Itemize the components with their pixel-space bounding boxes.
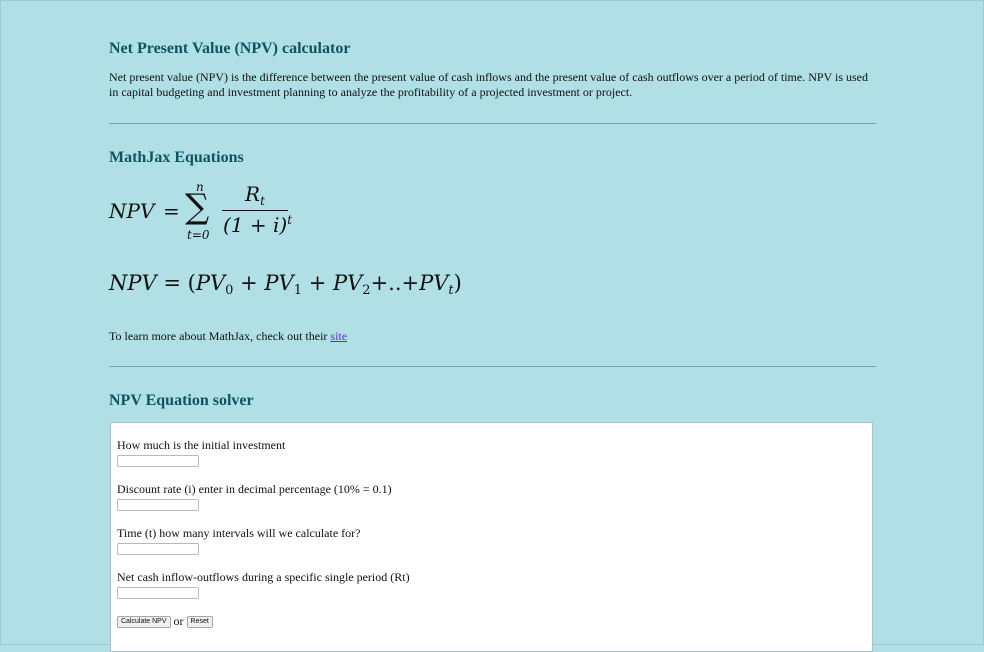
- numerator: Rt: [245, 184, 265, 207]
- net-cash-flow-input[interactable]: [117, 587, 199, 599]
- denominator: (1 + i)t: [223, 214, 292, 235]
- solver-actions: Calculate NPV or Reset: [117, 614, 213, 629]
- numerator-base: R: [245, 182, 261, 206]
- reset-button[interactable]: Reset: [186, 615, 213, 628]
- divider: [109, 366, 876, 367]
- eq2-term2: PV: [332, 271, 363, 295]
- discount-rate-input[interactable]: [117, 499, 199, 511]
- eq2-sub1: 1: [293, 283, 302, 298]
- sigma-symbol: ∑: [185, 187, 210, 227]
- eq2-term1: PV: [264, 271, 294, 295]
- eq2-term0: PV: [195, 271, 226, 295]
- eq2-sub0: 0: [225, 283, 234, 298]
- solver-heading: NPV Equation solver: [109, 392, 254, 409]
- divider: [109, 123, 876, 124]
- numerator-subscript: t: [260, 194, 265, 208]
- time-intervals-input[interactable]: [117, 543, 199, 555]
- eq1-lhs: NPV: [109, 199, 155, 223]
- intro-paragraph: Net present value (NPV) is the differenc…: [109, 70, 868, 99]
- eq2-dots: +..+: [370, 271, 420, 295]
- mathjax-heading: MathJax Equations: [109, 149, 244, 166]
- learn-more-text: To learn more about MathJax, check out t…: [109, 329, 331, 343]
- time-intervals-label: Time (t) how many intervals will we calc…: [117, 526, 361, 540]
- net-cash-flow-label: Net cash inflow-outflows during a specif…: [117, 570, 410, 584]
- eq2-plus1: +: [240, 271, 258, 295]
- eq2-plus2: +: [308, 271, 327, 295]
- eq2-lhs: NPV: [109, 271, 157, 295]
- fraction-bar: [222, 210, 288, 211]
- npv-summation-equation: NPV = n ∑ t=0 Rt (1 + i)t: [109, 181, 309, 254]
- initial-investment-label: How much is the initial investment: [117, 438, 286, 452]
- denominator-superscript: t: [287, 213, 293, 227]
- net-cash-flow-field: Net cash inflow-outflows during a specif…: [117, 570, 410, 599]
- eq2-close-paren: ): [453, 271, 462, 295]
- mathjax-learn-more: To learn more about MathJax, check out t…: [109, 329, 876, 344]
- time-intervals-field: Time (t) how many intervals will we calc…: [117, 526, 361, 555]
- page-title: Net Present Value (NPV) calculator: [109, 40, 351, 57]
- npv-sum-of-pv-equation: NPV = (PV0 + PV1 + PV2+..+PVt): [109, 271, 876, 303]
- eq2-term3: PV: [419, 271, 449, 295]
- discount-rate-label: Discount rate (i) enter in decimal perce…: [117, 482, 392, 496]
- npv-solver-form: How much is the initial investment Disco…: [110, 422, 873, 652]
- sum-lower-limit: t=0: [187, 228, 210, 242]
- main-content: Net Present Value (NPV) calculator Net p…: [109, 40, 876, 410]
- eq2-sub2: 2: [362, 283, 371, 298]
- denominator-base: (1 + i): [223, 213, 288, 237]
- initial-investment-input[interactable]: [117, 455, 199, 467]
- calculate-npv-button[interactable]: Calculate NPV: [117, 615, 171, 628]
- or-text: or: [173, 614, 184, 628]
- eq2-open-paren: (: [187, 271, 196, 295]
- eq1-equals: =: [163, 199, 180, 223]
- initial-investment-field: How much is the initial investment: [117, 438, 285, 467]
- discount-rate-field: Discount rate (i) enter in decimal perce…: [117, 482, 392, 511]
- mathjax-site-link[interactable]: site: [330, 329, 347, 343]
- eq2-equals: =: [163, 271, 181, 295]
